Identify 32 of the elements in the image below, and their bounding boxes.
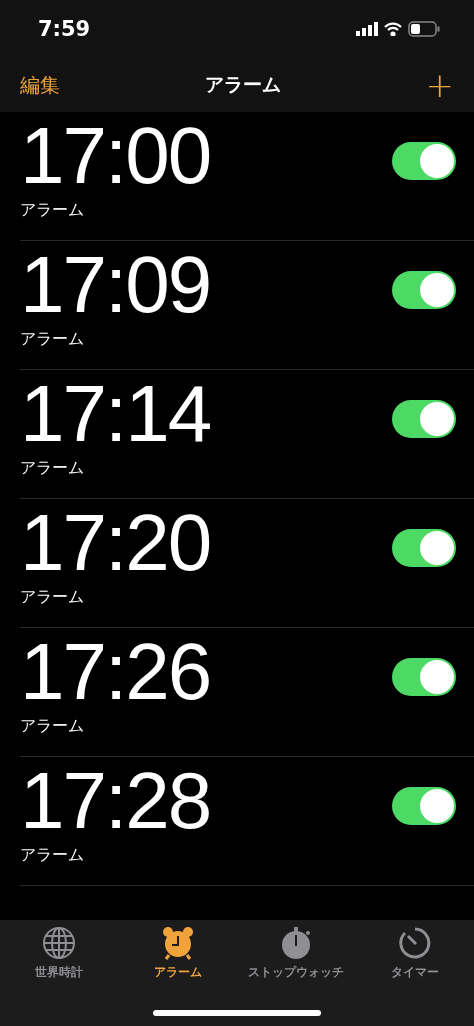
alarm-toggle[interactable] [392,787,456,825]
tab-bar-item[interactable]: ストップウォッチ [237,926,356,981]
timer-icon [397,926,432,960]
alarm-time: 17:14 [20,374,211,454]
alarm-label: アラーム [20,458,85,479]
alarm-toggle[interactable] [392,529,456,567]
alarm-label: アラーム [20,587,85,608]
signal-icon [356,22,378,36]
alarm-toggle[interactable] [392,142,456,180]
alarm-toggle[interactable] [392,271,456,309]
wifi-icon [384,22,402,36]
tab-bar-item[interactable]: アラーム [118,926,237,981]
tab-bar-item[interactable]: 世界時計 [0,926,119,981]
globe-icon [42,926,77,960]
status-time: 7:59 [38,17,91,41]
alarm-toggle[interactable] [392,400,456,438]
alarm-label: アラーム [20,329,85,350]
alarm-time: 17:26 [20,632,211,712]
battery-icon [408,21,440,37]
alarm-label: アラーム [20,845,85,866]
edit-button[interactable]: 編集 [20,71,60,99]
alarm-time: 17:28 [20,761,211,841]
alarm-toggle[interactable] [392,658,456,696]
alarm-time: 17:20 [20,503,211,583]
add-button[interactable]: + [425,68,454,102]
tab-bar-item[interactable]: タイマー [355,926,474,981]
alarm-clock-icon [160,926,195,960]
alarm-label: アラーム [20,716,85,737]
alarm-time: 17:09 [20,245,211,325]
screen-title: アラーム [204,72,281,97]
alarm-label: アラーム [20,200,85,221]
alarm-time: 17:00 [20,116,211,196]
